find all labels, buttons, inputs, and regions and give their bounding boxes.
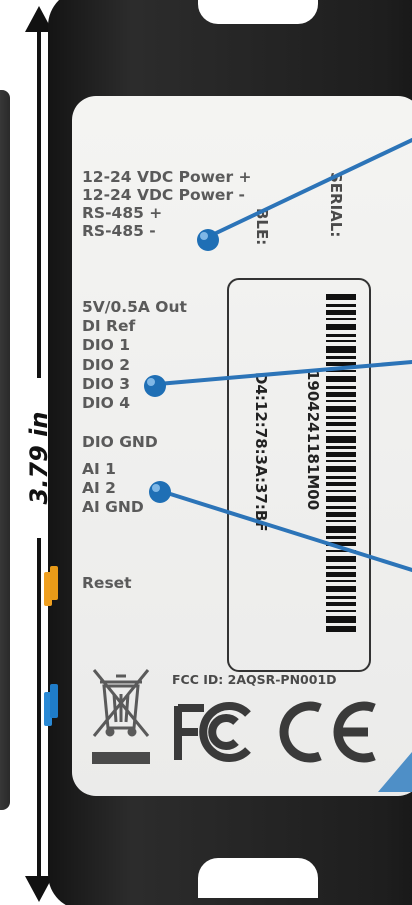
corner-accent <box>378 752 412 792</box>
product-photo: 3.79 in 12-24 VDC Power + 12-24 VDC Powe… <box>0 0 412 905</box>
barcode-icon <box>326 294 356 632</box>
pin-label-ai1: AI 1 <box>82 460 116 478</box>
pin-label-di-ref: DI Ref <box>82 317 136 335</box>
pin-label-reset: Reset <box>82 574 132 592</box>
serial-number: 1904241181M00 <box>304 370 322 511</box>
pin-label-dio1: DIO 1 <box>82 336 130 354</box>
mounting-slot-top <box>198 0 318 24</box>
pin-label-ai2: AI 2 <box>82 479 116 497</box>
fcc-logo-icon <box>174 702 251 762</box>
ble-mac-address: D4:12:78:3A:37:BF <box>252 372 270 532</box>
weee-crossed-bin-icon <box>92 669 150 764</box>
adjacent-device-edge <box>0 90 10 810</box>
pin-label-rs485-minus: RS-485 - <box>82 222 156 240</box>
pin-label-5v-out: 5V/0.5A Out <box>82 298 187 316</box>
mounting-slot-bottom <box>198 858 318 898</box>
pin-label-power-plus: 12-24 VDC Power + <box>82 168 252 186</box>
ce-mark-icon <box>279 701 376 763</box>
pin-label-rs485-plus: RS-485 + <box>82 204 163 222</box>
side-button-blue-right <box>50 684 58 718</box>
pin-label-ai-gnd: AI GND <box>82 498 144 516</box>
serial-label: SERIAL: <box>327 172 345 238</box>
pin-label-dio2: DIO 2 <box>82 356 130 374</box>
pin-label-dio3: DIO 3 <box>82 375 130 393</box>
side-button-orange-right <box>50 566 58 600</box>
pin-label-dio4: DIO 4 <box>82 394 130 412</box>
pin-label-dio-gnd: DIO GND <box>82 433 158 451</box>
ble-label: BLE: <box>253 208 271 246</box>
pin-label-power-minus: 12-24 VDC Power - <box>82 186 245 204</box>
fcc-id-text: FCC ID: 2AQSR-PN001D <box>172 672 337 687</box>
